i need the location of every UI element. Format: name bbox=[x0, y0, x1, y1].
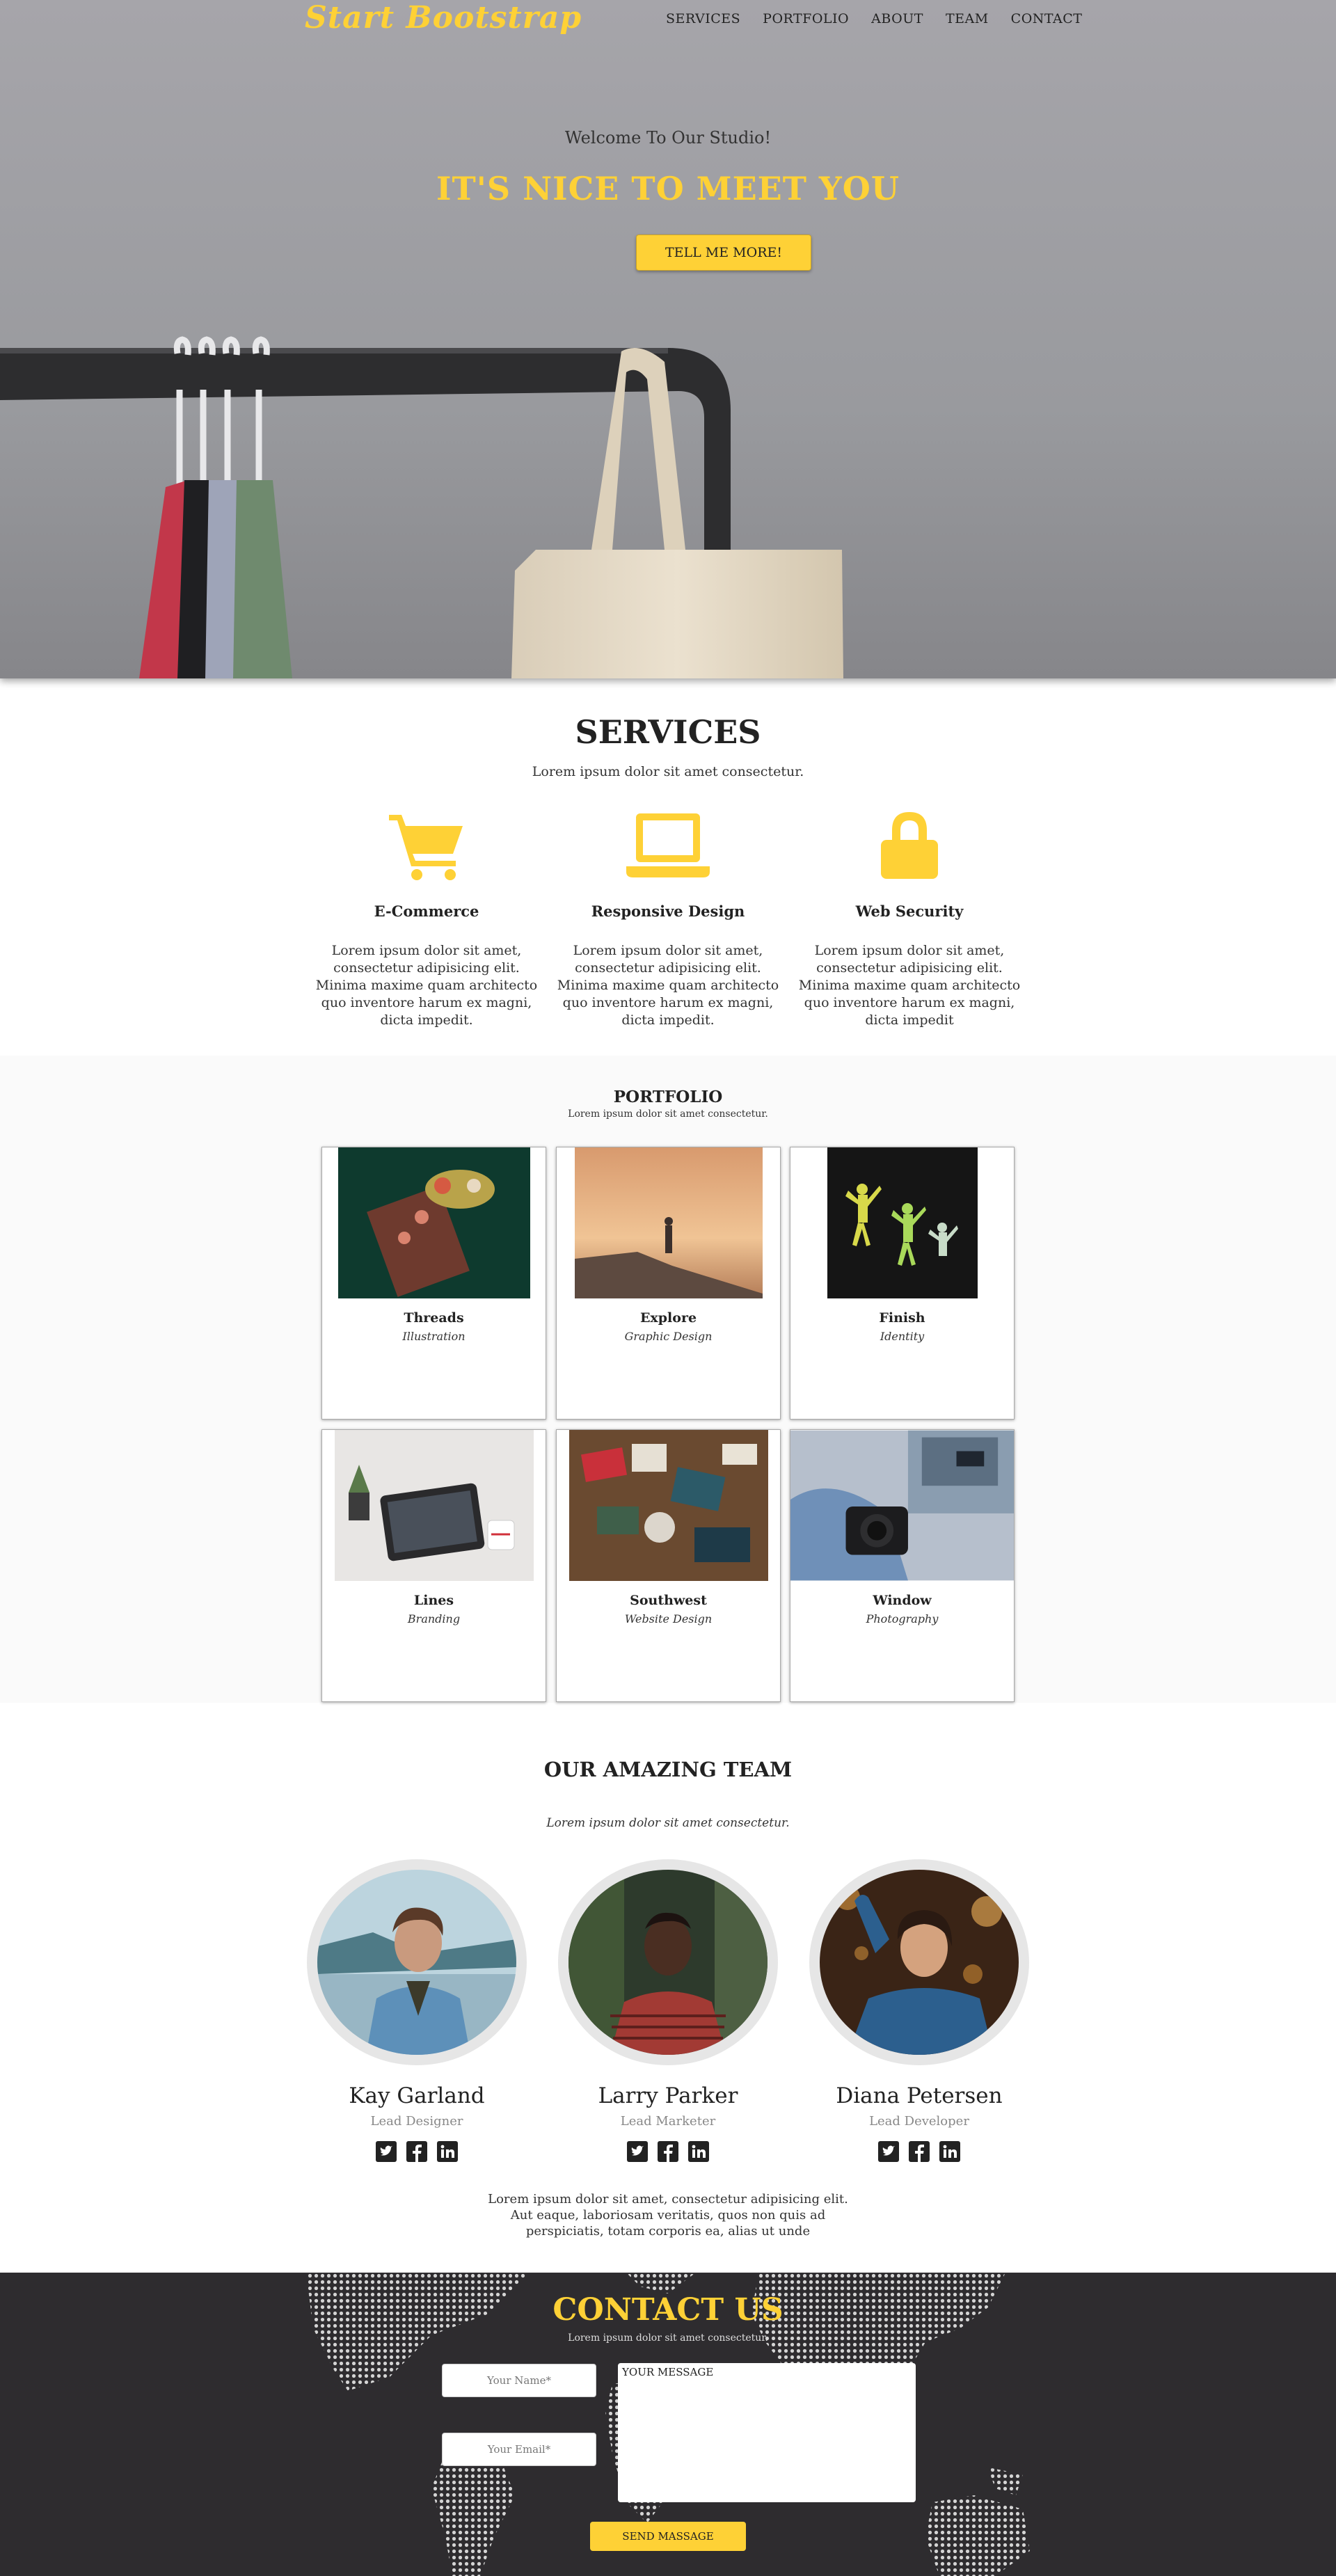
service-title: E-Commerce bbox=[374, 903, 479, 920]
hero-title: IT'S NICE TO MEET YOU bbox=[436, 170, 900, 207]
message-textarea[interactable]: YOUR MESSAGE bbox=[618, 2363, 916, 2502]
services-subtitle: Lorem ipsum dolor sit amet consectetur. bbox=[532, 764, 804, 779]
portfolio-subtitle: Lorem ipsum dolor sit amet consectetur. bbox=[568, 1108, 768, 1120]
linkedin-icon[interactable] bbox=[939, 2141, 960, 2162]
member-role: Lead Marketer bbox=[620, 2114, 716, 2129]
tell-me-more-button[interactable]: TELL ME MORE! bbox=[636, 234, 811, 271]
email-input[interactable]: Your Email* bbox=[442, 2433, 596, 2466]
portfolio-item-title: Lines bbox=[413, 1593, 454, 1608]
member-role: Lead Designer bbox=[370, 2114, 463, 2129]
lock-icon bbox=[798, 804, 1021, 880]
contact-subtitle: Lorem ipsum dolor sit amet consectetur. bbox=[568, 2332, 768, 2344]
member-name: Larry Parker bbox=[598, 2083, 738, 2108]
nav-menu: SERVICES PORTFOLIO ABOUT TEAM CONTACT bbox=[666, 11, 1104, 26]
portfolio-image-explore bbox=[557, 1147, 780, 1298]
service-title: Web Security bbox=[855, 903, 964, 920]
social-links bbox=[808, 2141, 1031, 2162]
social-links bbox=[557, 2141, 779, 2162]
member-role: Lead Developer bbox=[869, 2114, 969, 2129]
hero-image bbox=[0, 0, 1336, 678]
portfolio-title: PORTFOLIO bbox=[613, 1088, 723, 1106]
portfolio-image-window bbox=[790, 1430, 1014, 1581]
contact-title: CONTACT US bbox=[552, 2292, 784, 2328]
portfolio-image-southwest bbox=[557, 1430, 780, 1581]
service-text: Lorem ipsum dolor sit amet, consectetur … bbox=[798, 943, 1021, 1028]
contact-section: CONTACT US Lorem ipsum dolor sit amet co… bbox=[0, 2273, 1336, 2576]
navbar: Start Bootstrap SERVICES PORTFOLIO ABOUT… bbox=[0, 0, 1336, 42]
portfolio-item-category: Graphic Design bbox=[624, 1330, 713, 1343]
nav-item-services[interactable]: SERVICES bbox=[666, 11, 740, 26]
service-security: Web Security Lorem ipsum dolor sit amet,… bbox=[798, 804, 1021, 1029]
portfolio-image-threads bbox=[322, 1147, 546, 1298]
nav-item-team[interactable]: TEAM bbox=[946, 11, 989, 26]
portfolio-image-finish bbox=[790, 1147, 1014, 1298]
send-message-button[interactable]: SEND MASSAGE bbox=[590, 2522, 746, 2551]
facebook-icon[interactable] bbox=[909, 2141, 930, 2162]
team-member-diana: Diana Petersen Lead Developer bbox=[808, 1859, 1031, 2162]
nav-item-portfolio[interactable]: PORTFOLIO bbox=[763, 11, 849, 26]
service-title: Responsive Design bbox=[591, 903, 745, 920]
portfolio-item-lines[interactable]: Lines Branding bbox=[321, 1429, 546, 1702]
social-links bbox=[305, 2141, 528, 2162]
portfolio-item-southwest[interactable]: Southwest Website Design bbox=[556, 1429, 781, 1702]
portfolio-item-title: Finish bbox=[879, 1310, 925, 1326]
portfolio-item-category: Identity bbox=[880, 1330, 925, 1343]
linkedin-icon[interactable] bbox=[688, 2141, 709, 2162]
linkedin-icon[interactable] bbox=[437, 2141, 458, 2162]
service-ecommerce: E-Commerce Lorem ipsum dolor sit amet, c… bbox=[315, 804, 538, 1029]
portfolio-image-lines bbox=[322, 1430, 546, 1581]
service-text: Lorem ipsum dolor sit amet, consectetur … bbox=[557, 943, 779, 1028]
team-title: OUR AMAZING TEAM bbox=[543, 1758, 793, 1781]
member-name: Diana Petersen bbox=[836, 2083, 1003, 2108]
facebook-icon[interactable] bbox=[406, 2141, 427, 2162]
nav-item-contact[interactable]: CONTACT bbox=[1011, 11, 1083, 26]
hero-subtitle: Welcome To Our Studio! bbox=[564, 128, 772, 148]
portfolio-item-category: Branding bbox=[407, 1612, 461, 1625]
portfolio-item-title: Explore bbox=[639, 1310, 697, 1326]
portfolio-item-category: Website Design bbox=[624, 1612, 713, 1625]
laptop-icon bbox=[557, 804, 779, 880]
avatar bbox=[568, 1870, 768, 2055]
portfolio-item-window[interactable]: Window Photography bbox=[790, 1429, 1015, 1702]
portfolio-item-title: Window bbox=[873, 1593, 932, 1608]
twitter-icon[interactable] bbox=[627, 2141, 648, 2162]
portfolio-item-title: Threads bbox=[404, 1310, 464, 1326]
avatar bbox=[317, 1870, 516, 2055]
facebook-icon[interactable] bbox=[658, 2141, 678, 2162]
portfolio-item-category: Photography bbox=[866, 1612, 939, 1625]
shopping-cart-icon bbox=[315, 804, 538, 880]
portfolio-item-finish[interactable]: Finish Identity bbox=[790, 1147, 1015, 1420]
services-title: SERVICES bbox=[575, 713, 761, 751]
hero-section: Welcome To Our Studio! IT'S NICE TO MEET… bbox=[0, 0, 1336, 678]
portfolio-item-title: Southwest bbox=[630, 1593, 707, 1608]
service-responsive: Responsive Design Lorem ipsum dolor sit … bbox=[557, 804, 779, 1029]
avatar bbox=[820, 1870, 1019, 2055]
team-member-kay: Kay Garland Lead Designer bbox=[305, 1859, 528, 2162]
member-name: Kay Garland bbox=[349, 2083, 485, 2108]
nav-item-about[interactable]: ABOUT bbox=[871, 11, 923, 26]
portfolio-item-threads[interactable]: Threads Illustration bbox=[321, 1147, 546, 1420]
brand-logo[interactable]: Start Bootstrap bbox=[305, 0, 582, 35]
twitter-icon[interactable] bbox=[878, 2141, 899, 2162]
team-member-larry: Larry Parker Lead Marketer bbox=[557, 1859, 779, 2162]
portfolio-item-explore[interactable]: Explore Graphic Design bbox=[556, 1147, 781, 1420]
team-footer-text: Lorem ipsum dolor sit amet, consectetur … bbox=[488, 2192, 848, 2239]
service-text: Lorem ipsum dolor sit amet, consectetur … bbox=[315, 943, 538, 1028]
name-input[interactable]: Your Name* bbox=[442, 2364, 596, 2397]
twitter-icon[interactable] bbox=[376, 2141, 397, 2162]
team-subtitle: Lorem ipsum dolor sit amet consectetur. bbox=[546, 1816, 790, 1830]
portfolio-item-category: Illustration bbox=[402, 1330, 466, 1343]
